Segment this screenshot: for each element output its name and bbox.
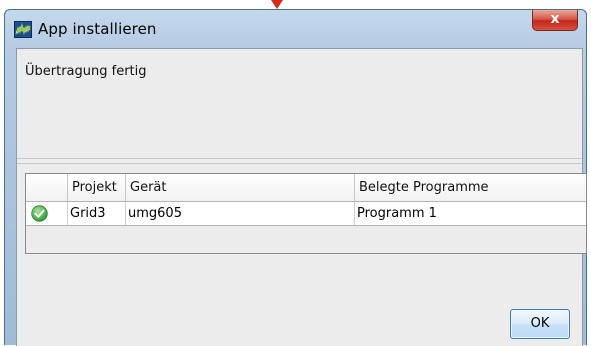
check-circle-icon [31, 205, 48, 222]
cell-projekt: Grid3 [68, 202, 126, 225]
column-header-status[interactable] [26, 174, 68, 201]
pointer-arrow-icon [271, 0, 283, 9]
divider [17, 158, 582, 159]
close-button[interactable]: x [532, 10, 578, 31]
cell-geraet: umg605 [126, 202, 355, 225]
divider [17, 163, 582, 164]
dialog-window: App installieren x Übertragung fertig Pr… [4, 9, 587, 346]
title-bar[interactable]: App installieren x [5, 10, 586, 48]
column-header-belegte-programme[interactable]: Belegte Programme [355, 174, 586, 201]
dialog-content: Übertragung fertig Projekt Gerät Belegte… [16, 48, 587, 346]
app-icon [14, 21, 32, 38]
column-header-geraet[interactable]: Gerät [126, 174, 355, 201]
window-title: App installieren [38, 20, 157, 38]
results-table: Projekt Gerät Belegte Programme Grid3 um… [25, 173, 587, 254]
ok-button[interactable]: OK [510, 309, 570, 339]
cell-belegte-programme: Programm 1 [357, 206, 437, 221]
close-icon: x [550, 11, 560, 27]
table-header: Projekt Gerät Belegte Programme [26, 174, 586, 202]
status-cell [26, 202, 68, 225]
table-row[interactable]: Grid3 umg605 Programm 1 [26, 202, 586, 226]
column-header-projekt[interactable]: Projekt [68, 174, 126, 201]
status-message: Übertragung fertig [25, 64, 147, 79]
